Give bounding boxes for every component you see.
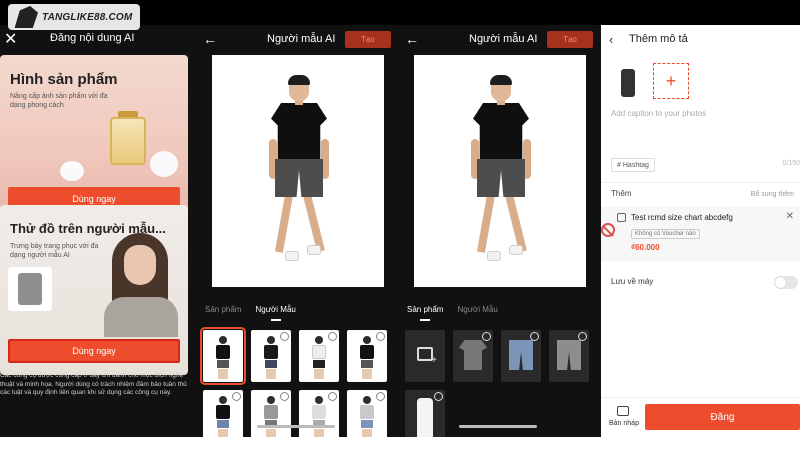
site-logo: TANGLIKE88.COM	[8, 4, 140, 30]
model-thumbnail[interactable]	[299, 390, 339, 437]
model-thumbnail[interactable]	[347, 330, 387, 382]
select-circle-icon[interactable]	[376, 392, 385, 401]
use-now-button[interactable]: Dùng ngay	[8, 339, 180, 363]
model-thumbnail[interactable]	[299, 330, 339, 382]
draft-button[interactable]: Bản nháp	[609, 420, 639, 427]
card-subtitle: Trưng bày trang phục với đa dạng người m…	[10, 243, 99, 259]
selected-photo[interactable]	[617, 63, 639, 101]
model-figure	[263, 75, 333, 287]
model-figure	[465, 75, 535, 287]
select-circle-icon[interactable]	[232, 392, 241, 401]
back-arrow-icon[interactable]: ←	[203, 31, 217, 47]
select-circle-icon[interactable]	[530, 332, 539, 341]
select-circle-icon[interactable]	[434, 392, 443, 401]
page-title: Người mẫu AI	[469, 33, 538, 45]
upload-image-tile[interactable]	[405, 330, 445, 382]
prohibited-icon	[601, 223, 615, 237]
close-icon[interactable]: ✕	[4, 29, 17, 49]
select-circle-icon[interactable]	[376, 332, 385, 341]
save-to-device-toggle[interactable]	[774, 276, 798, 289]
tab-products[interactable]: Sản phẩm	[205, 305, 241, 314]
logo-text: TANGLIKE88.COM	[42, 11, 133, 23]
more-label: Thêm	[611, 189, 632, 198]
divider	[601, 182, 800, 183]
tab-models[interactable]: Người Mẫu	[457, 305, 497, 314]
tshirt-image	[459, 340, 487, 370]
add-photo-button[interactable]: +	[653, 63, 689, 99]
draft-icon[interactable]	[617, 406, 629, 416]
card-title: Hình sản phẩm	[10, 71, 118, 88]
model-thumbnail[interactable]	[200, 327, 246, 385]
model-thumbnail[interactable]	[251, 390, 291, 437]
select-circle-icon[interactable]	[482, 332, 491, 341]
tab-bar: Sản phẩm Người Mẫu	[407, 305, 498, 314]
flower-image	[150, 151, 178, 177]
save-to-device-label: Lưu về máy	[611, 277, 654, 286]
select-circle-icon[interactable]	[578, 332, 587, 341]
tank-top-image	[417, 398, 433, 437]
panel-ai-model-products: ← Người mẫu AI Tạo Sản phẩm Người Mẫu	[399, 25, 601, 437]
create-button[interactable]: Tạo	[345, 31, 391, 48]
card-subtitle: Nâng cấp ảnh sản phẩm với đa dạng phong …	[10, 93, 108, 109]
shirt-thumbnail	[8, 267, 52, 311]
screenshot-root: TANGLIKE88.COM ✕ Đăng nội dung AI Hình s…	[0, 0, 800, 450]
back-chevron-icon[interactable]: ‹	[609, 32, 613, 47]
panel-ai-model-models: ← Người mẫu AI Tạo Sản phẩm Người Mẫu	[197, 25, 399, 437]
post-button[interactable]: Đăng	[645, 404, 800, 430]
hashtag-button[interactable]: # Hashtag	[611, 158, 655, 172]
model-preview	[414, 55, 586, 287]
add-image-icon	[417, 347, 437, 366]
page-title: Đăng nội dung AI	[50, 32, 135, 44]
product-grid	[405, 330, 589, 437]
product-name: Test rcmd size chart abcdefg	[631, 213, 733, 222]
product-thumbnail[interactable]	[405, 390, 445, 437]
logo-icon	[14, 6, 38, 28]
model-thumbnail[interactable]	[347, 390, 387, 437]
model-thumbnail[interactable]	[251, 330, 291, 382]
page-title: Thêm mô tả	[629, 33, 688, 45]
create-button[interactable]: Tạo	[547, 31, 593, 48]
bottom-bar: Bản nháp Đăng	[601, 397, 800, 437]
page-title: Người mẫu AI	[267, 33, 336, 45]
product-image-card[interactable]: Hình sản phẩm Nâng cấp ảnh sản phẩm với …	[0, 55, 188, 215]
home-indicator	[257, 425, 335, 428]
caption-input[interactable]: Add caption to your photos	[611, 109, 706, 118]
remove-product-icon[interactable]: ✕	[786, 211, 794, 222]
add-more-link[interactable]: Bổ sung thêm	[751, 191, 794, 198]
flower-image	[60, 161, 84, 181]
select-circle-icon[interactable]	[328, 332, 337, 341]
tab-models[interactable]: Người Mẫu	[255, 305, 295, 314]
product-thumbnail[interactable]	[501, 330, 541, 382]
perfume-image	[110, 117, 146, 165]
select-circle-icon[interactable]	[328, 392, 337, 401]
shopping-bag-icon	[617, 213, 626, 222]
model-tryon-card[interactable]: Thử đồ trên người mẫu... Trưng bày trang…	[0, 205, 188, 375]
panel-ai-content: ✕ Đăng nội dung AI Hình sản phẩm Nâng cấ…	[0, 25, 197, 437]
jeans-shorts-image	[509, 340, 533, 370]
product-thumbnail[interactable]	[549, 330, 589, 382]
model-preview	[212, 55, 384, 287]
voucher-badge: Không có Voucher nào	[631, 229, 700, 239]
tab-bar: Sản phẩm Người Mẫu	[205, 305, 296, 314]
char-counter: 0/150	[782, 160, 800, 167]
product-price: ₫60.000	[631, 243, 660, 252]
back-arrow-icon[interactable]: ←	[405, 31, 419, 47]
panel-add-description: ‹ Thêm mô tả + Add caption to your photo…	[601, 25, 800, 437]
home-indicator	[459, 425, 537, 428]
disclaimer-text: Các công cụ được cung cấp ở đây chỉ dành…	[0, 372, 187, 396]
model-grid	[200, 327, 387, 437]
model-thumbnail[interactable]	[203, 390, 243, 437]
product-thumbnail[interactable]	[453, 330, 493, 382]
grey-shorts-image	[557, 340, 581, 370]
model-image	[98, 227, 184, 337]
select-circle-icon[interactable]	[280, 332, 289, 341]
select-circle-icon[interactable]	[280, 392, 289, 401]
tab-products[interactable]: Sản phẩm	[407, 305, 443, 314]
